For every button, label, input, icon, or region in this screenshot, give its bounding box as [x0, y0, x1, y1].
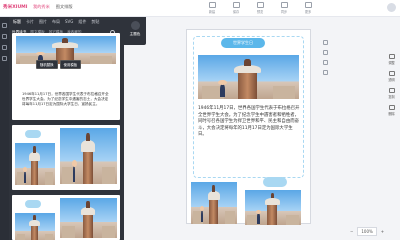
zoom-out-button[interactable]: −: [350, 229, 353, 234]
plus-icon: [208, 2, 216, 8]
zoom-level[interactable]: 100%: [357, 227, 377, 236]
sync-button[interactable]: 同步: [278, 2, 290, 14]
settings-icon[interactable]: [2, 56, 7, 61]
template-image: [60, 198, 117, 238]
category-tabs: 标题 卡片 图片 布局 SVG 组件 剪贴: [9, 17, 124, 27]
adjust-icon: [388, 54, 395, 59]
page-title[interactable]: 世界学生日: [221, 38, 265, 48]
editor-canvas[interactable]: 世界学生日 1946年11月17日，世界各国学生代表于布拉格召开全世界学生大会。…: [186, 29, 311, 225]
tab-component[interactable]: 组件: [78, 19, 86, 25]
tab-layout[interactable]: 布局: [52, 19, 60, 25]
canvas-side-tools: [319, 40, 331, 80]
preview-icon: [256, 2, 264, 8]
top-links: 我的秀米 图文排版: [33, 4, 73, 10]
template-icon[interactable]: [2, 23, 7, 28]
template-card[interactable]: [12, 195, 120, 240]
zoom-control: − 100% +: [350, 227, 384, 236]
new-button[interactable]: 新建: [206, 2, 218, 14]
template-image: [15, 143, 55, 185]
save-icon: [232, 2, 240, 8]
layers-icon[interactable]: [322, 50, 328, 55]
tab-clipboard[interactable]: 剪贴: [91, 19, 99, 25]
tab-image[interactable]: 图片: [39, 19, 47, 25]
template-text: 1946年11月17日，世界各国学生代表于布拉格召开全世界学生大会。为了纪念学生…: [22, 92, 109, 106]
delete-button[interactable]: 删除: [383, 105, 400, 116]
opacity-button[interactable]: 透明: [383, 71, 400, 82]
template-card[interactable]: 随机替换 使用模板 1946年11月17日，世界各国学生代表于布拉格召开全世界学…: [12, 33, 120, 120]
logo[interactable]: 秀米XIUMI: [3, 4, 27, 10]
template-card[interactable]: [12, 125, 120, 190]
bottom-image-right[interactable]: [245, 190, 301, 225]
copy-button[interactable]: 复制: [383, 88, 400, 99]
grid-icon[interactable]: [322, 40, 328, 45]
image-icon[interactable]: [322, 60, 328, 65]
bottom-image-left[interactable]: [191, 182, 237, 224]
template-image: [60, 128, 117, 184]
adjust-button[interactable]: 调整: [383, 54, 400, 65]
eye-icon[interactable]: [322, 70, 328, 75]
body-paragraph[interactable]: 1946年11月17日，世界各国学生代表于布拉格召开全世界学生大会。为了纪念学生…: [198, 106, 300, 139]
palette-icon: [130, 21, 140, 30]
trash-icon: [388, 105, 395, 110]
link-layout[interactable]: 图文排版: [56, 4, 73, 10]
image-icon[interactable]: [2, 34, 7, 39]
tab-card[interactable]: 卡片: [26, 19, 34, 25]
folder-icon[interactable]: [2, 45, 7, 50]
copy-icon: [388, 88, 395, 93]
cloud-decoration: [263, 177, 287, 187]
top-toolbar: 新建 保存 预览 同步 更多: [206, 2, 314, 14]
random-replace-button[interactable]: 随机替换: [36, 60, 58, 69]
link-my-xiumi[interactable]: 我的秀米: [33, 4, 50, 10]
use-template-button[interactable]: 使用模板: [59, 60, 82, 69]
template-actions: 随机替换 使用模板: [36, 60, 82, 69]
main-image[interactable]: [198, 55, 299, 99]
more-button[interactable]: 更多: [302, 2, 314, 14]
avatar[interactable]: [387, 3, 396, 12]
right-toolbar: 调整 透明 复制 删除: [383, 54, 400, 122]
sync-icon: [280, 2, 288, 8]
save-button[interactable]: 保存: [230, 2, 242, 14]
preview-button[interactable]: 预览: [254, 2, 266, 14]
tab-title[interactable]: 标题: [13, 19, 21, 25]
theme-color-button[interactable]: 主题色: [124, 17, 146, 45]
top-bar: 秀米XIUMI 我的秀米 图文排版 新建 保存 预览 同步 更多: [0, 0, 400, 17]
opacity-icon: [388, 71, 395, 76]
cloud-decoration: [25, 200, 41, 208]
theme-color-label: 主题色: [129, 32, 141, 36]
cloud-decoration: [25, 130, 41, 138]
template-list: 随机替换 使用模板 1946年11月17日，世界各国学生代表于布拉格召开全世界学…: [12, 33, 120, 240]
left-rail: [0, 17, 9, 240]
tab-svg[interactable]: SVG: [65, 19, 73, 25]
more-icon: [304, 2, 312, 8]
template-image: [15, 213, 55, 240]
zoom-in-button[interactable]: +: [381, 229, 384, 234]
